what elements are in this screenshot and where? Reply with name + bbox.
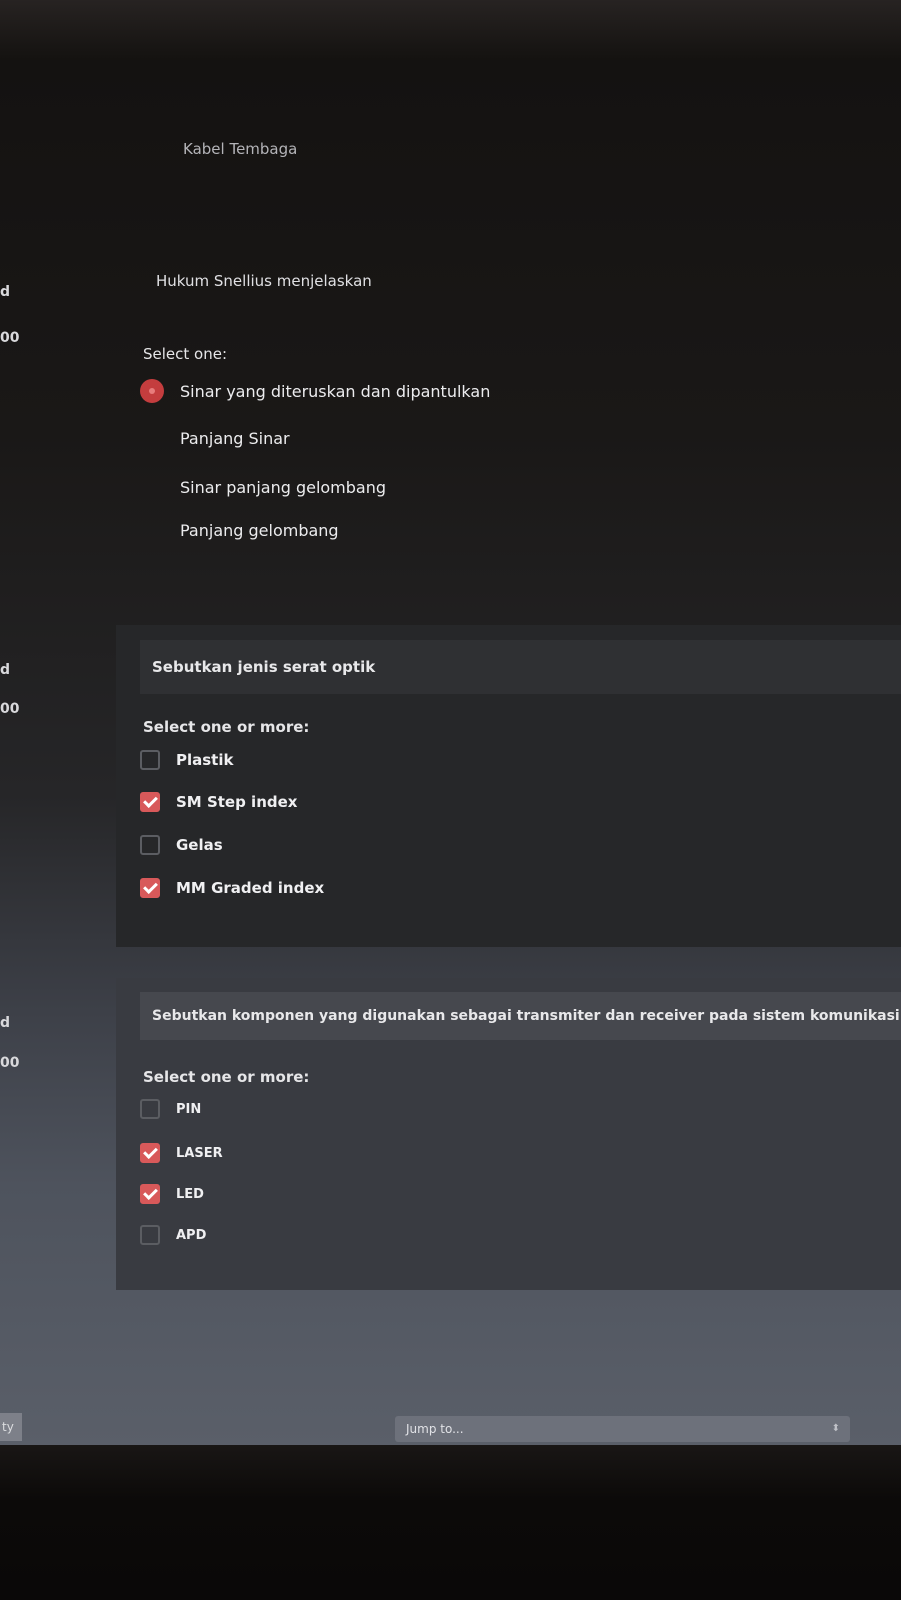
- checkbox-option[interactable]: LASER: [140, 1141, 223, 1165]
- checkbox[interactable]: [140, 1184, 160, 1204]
- option-label: Panjang gelombang: [180, 520, 339, 540]
- option-label: PIN: [176, 1101, 202, 1117]
- checkbox-option[interactable]: PIN: [140, 1097, 201, 1121]
- radio-button[interactable]: [140, 379, 164, 403]
- radio-button[interactable]: [140, 426, 164, 450]
- radio-option[interactable]: Sinar panjang gelombang: [140, 475, 386, 499]
- checkbox-option[interactable]: APD: [140, 1223, 206, 1247]
- check-icon: [142, 1185, 158, 1201]
- checkbox[interactable]: [140, 1143, 160, 1163]
- question-card-3: Sebutkan komponen yang digunakan sebagai…: [116, 978, 901, 1290]
- radio-option[interactable]: Sinar yang diteruskan dan dipantulkan: [140, 379, 490, 403]
- option-label: MM Graded index: [176, 879, 325, 897]
- radio-option[interactable]: Panjang Sinar: [140, 426, 290, 450]
- select-prompt: Select one or more:: [143, 1068, 310, 1086]
- jump-to-select[interactable]: Jump to... ⬍: [395, 1416, 850, 1442]
- radio-option[interactable]: Panjang gelombang: [140, 518, 339, 542]
- checkbox[interactable]: [140, 835, 160, 855]
- question-card-2: Sebutkan jenis serat optik Select one or…: [116, 625, 901, 947]
- checkbox[interactable]: [140, 878, 160, 898]
- question-status-mark: d: [0, 1015, 11, 1031]
- question-points: 00: [0, 330, 20, 346]
- checkbox-option[interactable]: SM Step index: [140, 790, 297, 814]
- check-icon: [142, 1144, 158, 1160]
- option-label: Sinar panjang gelombang: [180, 477, 387, 497]
- checkbox[interactable]: [140, 1099, 160, 1119]
- radio-button[interactable]: [140, 518, 164, 542]
- quiz-screen: Kabel Tembaga d 00 d 00 d 00 Hukum Snell…: [0, 0, 901, 1445]
- question-text: Sebutkan jenis serat optik: [140, 640, 901, 694]
- option-label: Sinar yang diteruskan dan dipantulkan: [180, 381, 491, 401]
- option-label: Gelas: [176, 836, 223, 854]
- select-prompt: Select one:: [143, 345, 228, 363]
- footer-link[interactable]: ty: [0, 1413, 22, 1441]
- checkbox-option[interactable]: MM Graded index: [140, 876, 324, 900]
- question-card-1: Hukum Snellius menjelaskan Select one: S…: [116, 0, 901, 590]
- question-points: 00: [0, 701, 20, 717]
- question-status-mark: d: [0, 662, 11, 678]
- checkbox[interactable]: [140, 792, 160, 812]
- option-label: SM Step index: [176, 793, 298, 811]
- question-status-mark: d: [0, 284, 11, 300]
- option-label: APD: [176, 1227, 207, 1243]
- checkbox[interactable]: [140, 1225, 160, 1245]
- check-icon: [142, 879, 158, 895]
- checkbox-option[interactable]: Plastik: [140, 748, 233, 772]
- option-label: Plastik: [176, 751, 234, 769]
- question-points: 00: [0, 1055, 20, 1071]
- option-label: LED: [176, 1186, 204, 1202]
- jump-to-label: Jump to...: [406, 1422, 464, 1436]
- select-prompt: Select one or more:: [143, 718, 310, 736]
- monitor-bezel: [0, 1445, 901, 1600]
- select-arrows-icon: ⬍: [831, 1423, 840, 1434]
- question-text: Sebutkan komponen yang digunakan sebagai…: [140, 992, 901, 1040]
- radio-button[interactable]: [140, 475, 164, 499]
- check-icon: [142, 793, 158, 809]
- option-label: LASER: [176, 1145, 223, 1161]
- checkbox[interactable]: [140, 750, 160, 770]
- checkbox-option[interactable]: Gelas: [140, 833, 223, 857]
- checkbox-option[interactable]: LED: [140, 1182, 204, 1206]
- question-text: Hukum Snellius menjelaskan: [156, 272, 372, 290]
- option-label: Panjang Sinar: [180, 428, 290, 448]
